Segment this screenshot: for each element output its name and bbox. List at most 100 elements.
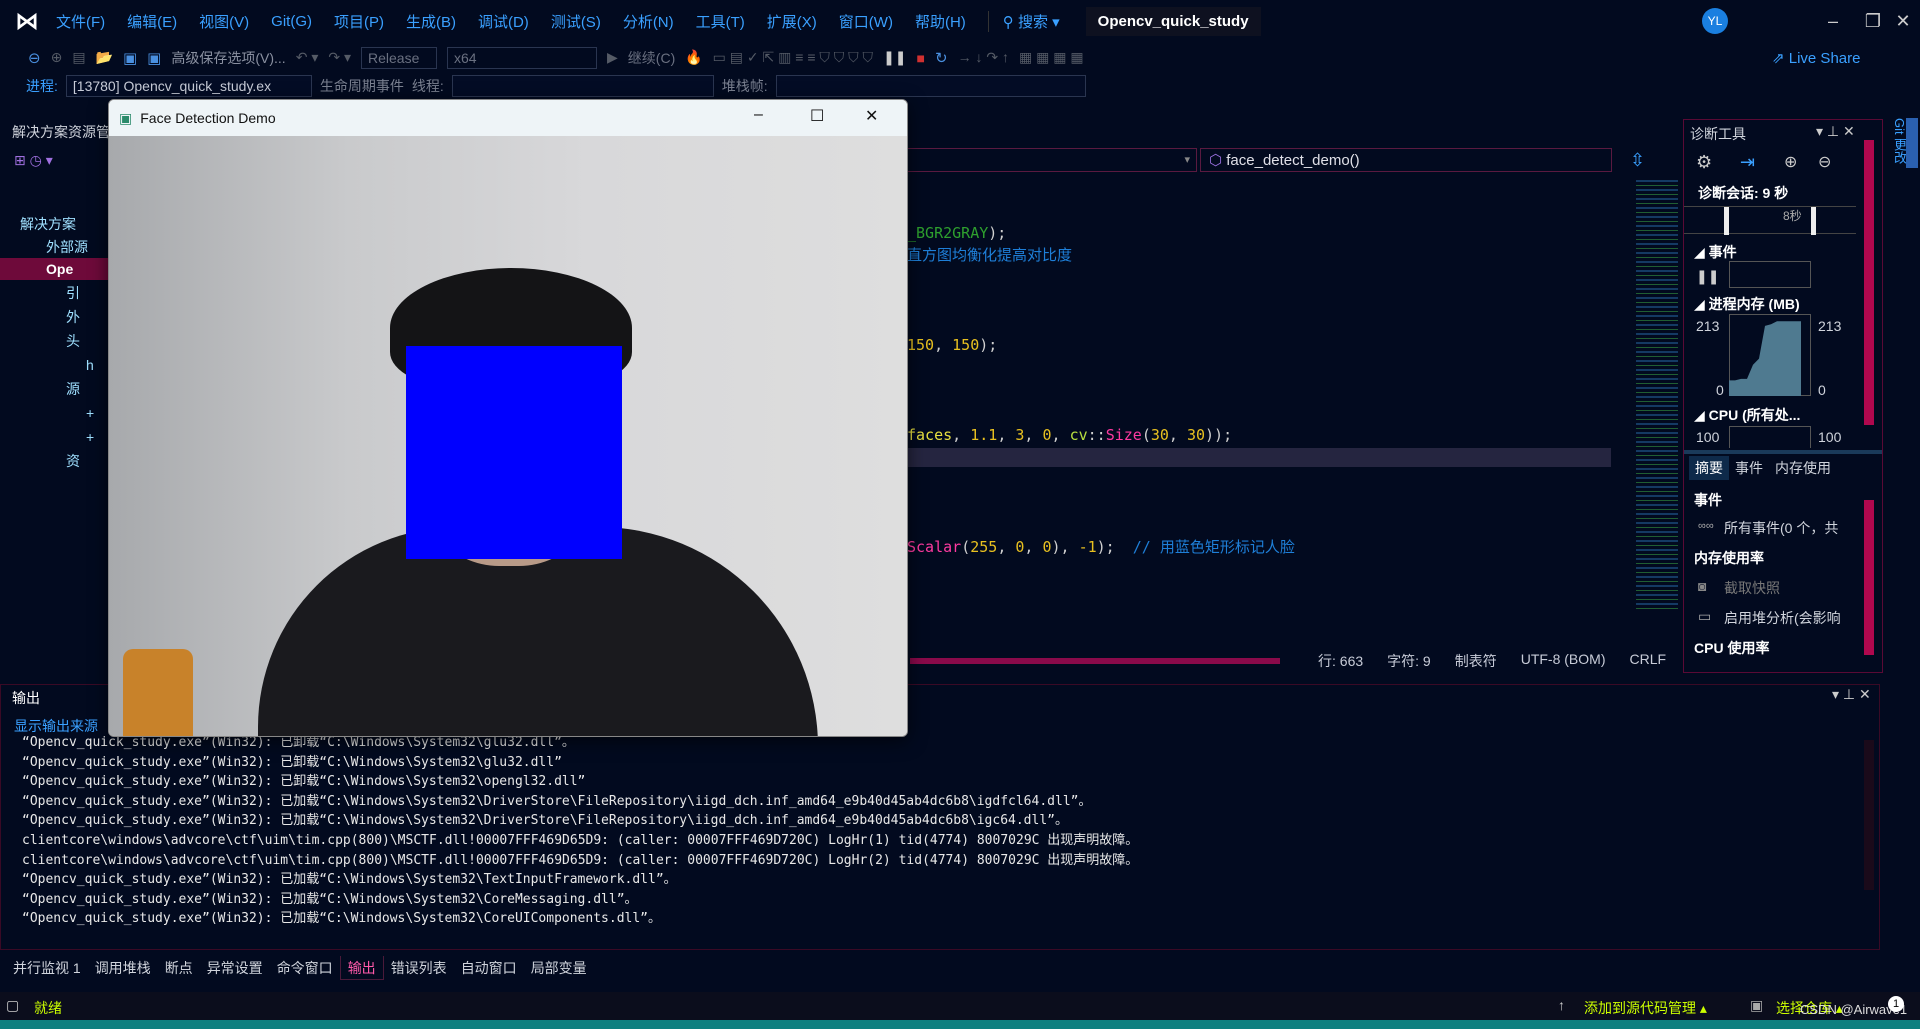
memory-section[interactable]: ◢ 进程内存 (MB) — [1694, 294, 1800, 314]
char-number[interactable]: 字符: 9 — [1387, 651, 1431, 671]
save-icon[interactable]: ▣ — [123, 49, 137, 67]
line-endings[interactable]: CRLF — [1629, 651, 1666, 671]
menu-view[interactable]: 视图(V) — [199, 11, 249, 32]
redo-icon[interactable]: ↷ ▾ — [328, 49, 351, 66]
split-editor-icon[interactable]: ⇳ — [1630, 150, 1645, 171]
settings-icon[interactable]: ⚙ — [1696, 152, 1712, 173]
tab-error-list[interactable]: 错误列表 — [384, 956, 454, 980]
menu-analyze[interactable]: 分析(N) — [623, 11, 674, 32]
zoom-in-icon[interactable]: ⊕ — [1784, 152, 1797, 172]
minimize-button[interactable]: – — [1813, 7, 1853, 35]
menu-edit[interactable]: 编辑(E) — [127, 11, 177, 32]
menu-git[interactable]: Git(G) — [271, 13, 312, 30]
tab-output[interactable]: 输出 — [339, 956, 384, 980]
add-to-source-control-button[interactable]: 添加到源代码管理 ▴ — [1584, 998, 1707, 1018]
tree-item[interactable]: 解决方案 — [0, 213, 108, 235]
menu-tools[interactable]: 工具(T) — [696, 11, 745, 32]
timeline[interactable]: 8秒 — [1684, 206, 1856, 235]
all-events-link[interactable]: 所有事件(0 个，共 — [1724, 518, 1838, 538]
tree-item[interactable]: 引 — [0, 282, 108, 304]
menu-window[interactable]: 窗口(W) — [839, 11, 893, 32]
tab-breakpoints[interactable]: 断点 — [158, 956, 200, 980]
solution-explorer-toolbar-icons[interactable]: ⊞ ◷ ▾ — [14, 152, 53, 169]
splitter[interactable] — [1684, 450, 1882, 454]
forward-icon[interactable]: ⊕ — [51, 49, 63, 66]
menu-extensions[interactable]: 扩展(X) — [767, 11, 817, 32]
window-maximize-button[interactable]: ☐ — [810, 106, 824, 126]
horizontal-scrollbar[interactable] — [910, 658, 1280, 664]
stack-frame-dropdown[interactable] — [775, 75, 1086, 97]
undo-icon[interactable]: ↶ ▾ — [296, 49, 319, 66]
back-icon[interactable]: ⊖ — [28, 49, 41, 67]
platform-dropdown[interactable]: x64 — [447, 46, 598, 69]
continue-button[interactable]: 继续(C) — [628, 48, 675, 68]
events-section[interactable]: ◢ 事件 — [1694, 242, 1737, 262]
line-number[interactable]: 行: 663 — [1318, 651, 1363, 671]
tree-item[interactable]: + — [0, 402, 108, 424]
configuration-dropdown[interactable]: Release — [361, 46, 438, 69]
tab-autos[interactable]: 自动窗口 — [454, 956, 524, 980]
lifecycle-events-button[interactable]: 生命周期事件 — [320, 76, 404, 96]
menu-build[interactable]: 生成(B) — [406, 11, 456, 32]
menu-debug[interactable]: 调试(D) — [478, 11, 529, 32]
timeline-start-handle[interactable] — [1724, 207, 1729, 235]
restart-icon[interactable]: ↻ — [935, 49, 948, 67]
tree-item[interactable]: + — [0, 426, 108, 448]
menu-file[interactable]: 文件(F) — [56, 11, 105, 32]
avatar[interactable]: YL — [1702, 8, 1728, 34]
diagnostics-scrollbar[interactable] — [1864, 140, 1874, 425]
summary-scrollbar[interactable] — [1864, 500, 1874, 655]
step-icons[interactable]: → ↓ ↷ ↑ — [958, 49, 1009, 66]
function-dropdown[interactable]: ⬡ face_detect_demo() — [1200, 148, 1612, 172]
export-icon[interactable]: ⇥ — [1740, 152, 1755, 173]
cpu-section[interactable]: ◢ CPU (所有处... — [1694, 405, 1800, 425]
tree-item[interactable]: Ope — [0, 258, 108, 280]
indent-mode[interactable]: 制表符 — [1455, 651, 1497, 671]
pause-icon[interactable]: ❚❚ — [883, 49, 906, 66]
menu-help[interactable]: 帮助(H) — [915, 11, 966, 32]
panel-controls-icons[interactable]: ▾ ⊥ ✕ — [1816, 123, 1855, 140]
tab-summary[interactable]: 摘要 — [1689, 456, 1729, 480]
tree-item[interactable]: 源 — [0, 378, 108, 400]
heap-profiling-button[interactable]: 启用堆分析(会影响 — [1724, 608, 1841, 628]
tab-locals[interactable]: 局部变量 — [524, 956, 594, 980]
tab-command-window[interactable]: 命令窗口 — [270, 956, 340, 980]
tree-item[interactable]: 外部源 — [0, 236, 108, 258]
menu-project[interactable]: 项目(P) — [334, 11, 384, 32]
pause-icon[interactable]: ❚❚ — [1696, 268, 1719, 285]
minimap[interactable] — [1636, 180, 1678, 610]
new-item-icon[interactable]: ▤ — [72, 49, 85, 66]
tree-item[interactable]: h — [0, 354, 108, 376]
output-panel-controls[interactable]: ▾ ⊥ ✕ — [1832, 686, 1871, 703]
open-folder-icon[interactable]: 📂 — [96, 49, 113, 66]
take-snapshot-button[interactable]: 截取快照 — [1724, 578, 1780, 598]
encoding[interactable]: UTF-8 (BOM) — [1521, 651, 1606, 671]
zoom-out-icon[interactable]: ⊖ — [1818, 152, 1831, 172]
tree-item[interactable]: 资 — [0, 450, 108, 472]
tab-parallel-watch[interactable]: 并行监视 1 — [6, 956, 88, 980]
notifications-badge[interactable]: 1 — [1888, 996, 1904, 1012]
tab-call-stack[interactable]: 调用堆栈 — [88, 956, 158, 980]
thread-dropdown[interactable] — [451, 75, 714, 97]
advanced-save-button[interactable]: 高级保存选项(V)... — [171, 48, 285, 68]
scope-dropdown[interactable]: ▾ — [907, 148, 1197, 172]
output-scrollbar[interactable] — [1864, 740, 1874, 890]
live-share-button[interactable]: ⇗ Live Share — [1772, 49, 1860, 67]
process-dropdown[interactable]: [13780] Opencv_quick_study.ex — [65, 75, 312, 97]
window-minimize-button[interactable]: – — [754, 106, 763, 124]
save-all-icon[interactable]: ▣ — [147, 49, 161, 67]
face-detection-window[interactable]: ▣ Face Detection Demo – ☐ ✕ — [108, 99, 908, 737]
stop-icon[interactable]: ■ — [917, 50, 925, 66]
close-button[interactable]: ✕ — [1883, 7, 1920, 35]
window-close-button[interactable]: ✕ — [865, 106, 878, 126]
tree-item[interactable]: 外 — [0, 306, 108, 328]
window-title-bar[interactable]: ▣ Face Detection Demo – ☐ ✕ — [109, 100, 907, 136]
tab-events[interactable]: 事件 — [1729, 456, 1769, 480]
tab-memory[interactable]: 内存使用 — [1769, 456, 1837, 480]
timeline-end-handle[interactable] — [1811, 207, 1816, 235]
tree-item[interactable]: 头 — [0, 330, 108, 352]
search-button[interactable]: ⚲ 搜索 ▾ — [987, 11, 1060, 32]
tab-exception-settings[interactable]: 异常设置 — [200, 956, 270, 980]
hot-reload-icon[interactable]: 🔥 — [685, 49, 702, 66]
menu-test[interactable]: 测试(S) — [551, 11, 601, 32]
